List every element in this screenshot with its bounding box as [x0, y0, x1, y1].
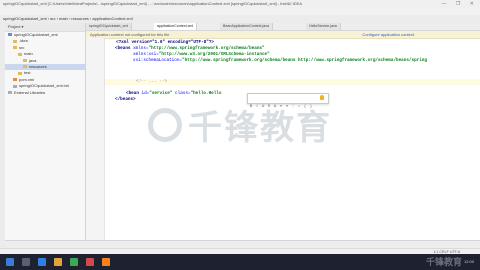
os-taskbar: 千锋教育 12:00: [0, 254, 480, 270]
project-tree: springIOCquickstart_xml .idea src main java r…: [5, 32, 85, 96]
code-comment: <!-- ... -->: [136, 79, 167, 84]
window-title: springIOCquickstart_xml [C:\Users\Intel\…: [3, 1, 302, 6]
folder-icon: [13, 39, 17, 43]
tree-item-label: src: [19, 44, 25, 50]
file-explorer-icon[interactable]: [54, 258, 62, 266]
folder-icon: [18, 71, 22, 75]
tree-item-label: springIOCquickstart_xml.iml: [19, 83, 69, 89]
tree-item-label: resources: [29, 64, 47, 70]
start-icon[interactable]: [6, 258, 14, 266]
breadcrumb[interactable]: springIOCquickstart_xml › src › main › r…: [3, 15, 133, 23]
tab-HelloService-java[interactable]: HelloService.java: [306, 23, 341, 30]
configure-context-link[interactable]: Configure application context: [362, 31, 414, 38]
context-warning-bar: Application context not configured for t…: [86, 31, 480, 39]
code-line-4: xsi:schemaLocation="http://www.springfra…: [133, 58, 427, 63]
context-warning-text: Application context not configured for t…: [90, 32, 170, 37]
tab-BeanApplicationContext-java[interactable]: BeanApplicationContext.java: [220, 23, 273, 30]
taskbar-watermark: 千锋教育: [425, 257, 462, 267]
module-icon: [8, 33, 12, 37]
file-icon: [8, 91, 12, 95]
search-taskbar-icon[interactable]: [22, 258, 30, 266]
tree-item-label: test: [24, 70, 31, 76]
folder-icon: [23, 59, 27, 63]
window-controls[interactable]: — ❐ ✕: [442, 1, 478, 7]
menu-bar: File Edit View Navigate Code Analyze Ref…: [0, 8, 480, 22]
tree-item[interactable]: External Libraries: [5, 90, 85, 96]
folder-icon: [23, 65, 27, 69]
project-panel-header[interactable]: Project ▾: [5, 23, 85, 32]
tab-springIOCquickstart-xml[interactable]: springIOCquickstart_xml: [86, 23, 133, 30]
chat-app-icon[interactable]: [70, 258, 78, 266]
tree-item-label: .idea: [19, 38, 28, 44]
editor-tabs: springIOCquickstart_xml applicationConte…: [86, 23, 480, 31]
brand-watermark: 千锋教育: [0, 100, 480, 149]
tab-applicationContext-xml[interactable]: applicationContext.xml: [154, 23, 198, 30]
watermark-text: 千锋教育: [188, 109, 332, 147]
video-app-icon[interactable]: [86, 258, 94, 266]
tree-item-label: main: [24, 51, 33, 57]
xml-icon: [13, 78, 17, 82]
tree-item-label: pom.xml: [19, 76, 35, 82]
brand-logo-icon: [148, 107, 182, 142]
code-bean-line: <bean id="service" class="hello.Hello: [126, 91, 222, 96]
tree-item-label: springIOCquickstart_xml: [14, 32, 58, 37]
system-tray-clock[interactable]: 12:00: [464, 254, 474, 270]
tree-item-label: java: [29, 57, 37, 63]
file-icon: [13, 84, 17, 88]
folder-icon: [18, 52, 22, 56]
browser-icon[interactable]: [38, 258, 46, 266]
tree-item-label: External Libraries: [14, 89, 46, 95]
folder-icon: [13, 46, 17, 50]
intellij-icon[interactable]: [102, 258, 110, 266]
